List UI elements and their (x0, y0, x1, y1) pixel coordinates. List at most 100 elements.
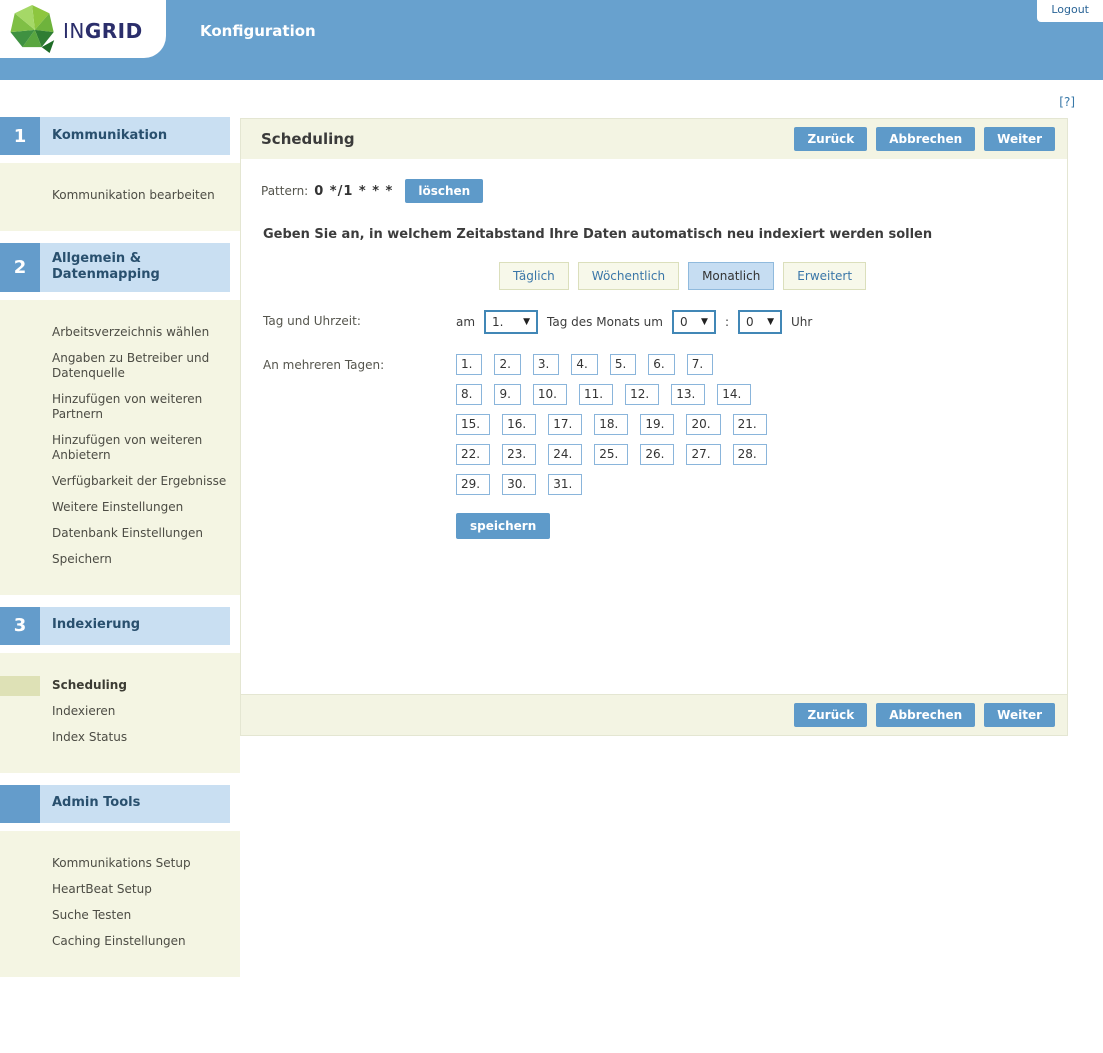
days-row: 29. 30. 31. (456, 474, 1047, 495)
day-time-row: Tag und Uhrzeit: am 1. ▼ Tag des Monats … (261, 310, 1047, 334)
section-header-kommunikation[interactable]: 1Kommunikation (0, 117, 230, 155)
day-checkbox-20[interactable]: 20. (686, 414, 720, 435)
chevron-down-icon: ▼ (701, 317, 708, 327)
sidebar-item-caching-einstellungen[interactable]: Caching Einstellungen (0, 929, 240, 955)
brand-wordmark: INGRID (63, 19, 143, 43)
active-item-marker (0, 676, 40, 696)
day-checkbox-30[interactable]: 30. (502, 474, 536, 495)
tab-monatlich[interactable]: Monatlich (688, 262, 774, 290)
section-label: Kommunikation (40, 117, 230, 155)
day-checkbox-16[interactable]: 16. (502, 414, 536, 435)
weiter-button[interactable]: Weiter (984, 703, 1055, 727)
nav-buttons-bottom: Zurück Abbrechen Weiter (785, 703, 1055, 727)
day-checkbox-26[interactable]: 26. (640, 444, 674, 465)
sidebar-item-suche-testen[interactable]: Suche Testen (0, 903, 240, 929)
section-number: 2 (0, 243, 40, 292)
section-header-allgemein-datenmapping[interactable]: 2Allgemein & Datenmapping (0, 243, 230, 292)
day-of-month-select[interactable]: 1. ▼ (484, 310, 538, 334)
zur-ck-button[interactable]: Zurück (794, 703, 867, 727)
day-checkbox-15[interactable]: 15. (456, 414, 490, 435)
tab-t-glich[interactable]: Täglich (499, 262, 569, 290)
days-row: 1. 2. 3. 4. 5. 6. 7. (456, 354, 1047, 375)
pattern-delete-button[interactable]: löschen (405, 179, 483, 203)
day-checkbox-3[interactable]: 3. (533, 354, 559, 375)
day-checkbox-19[interactable]: 19. (640, 414, 674, 435)
save-row: speichern (456, 513, 1047, 573)
hour-select[interactable]: 0 ▼ (672, 310, 716, 334)
day-checkbox-28[interactable]: 28. (733, 444, 767, 465)
day-checkbox-29[interactable]: 29. (456, 474, 490, 495)
ingrid-gem-icon (9, 3, 57, 55)
sidebar-item-indexieren[interactable]: Indexieren (0, 699, 240, 725)
section-label: Admin Tools (40, 785, 230, 823)
save-button[interactable]: speichern (456, 513, 550, 539)
minute-select[interactable]: 0 ▼ (738, 310, 782, 334)
day-checkbox-9[interactable]: 9. (494, 384, 520, 405)
day-checkbox-12[interactable]: 12. (625, 384, 659, 405)
section-label: Indexierung (40, 607, 230, 645)
section-header-admin-tools[interactable]: Admin Tools (0, 785, 230, 823)
sidebar-item-heartbeat-setup[interactable]: HeartBeat Setup (0, 877, 240, 903)
pattern-label: Pattern: (261, 184, 308, 198)
chevron-down-icon: ▼ (523, 317, 530, 327)
sidebar-item-kommunikations-setup[interactable]: Kommunikations Setup (0, 851, 240, 877)
section-number (0, 785, 40, 823)
day-checkbox-22[interactable]: 22. (456, 444, 490, 465)
days-grid: 1. 2. 3. 4. 5. 6. 7. 8. 9. 10. 11. 12. 13. 14. 15. 16. 1… (456, 354, 1047, 495)
weiter-button[interactable]: Weiter (984, 127, 1055, 151)
zur-ck-button[interactable]: Zurück (794, 127, 867, 151)
section-items: SchedulingIndexierenIndex Status (0, 653, 240, 773)
sidebar-item-verf-gbarkeit-der-ergebnisse[interactable]: Verfügbarkeit der Ergebnisse (0, 469, 240, 495)
panel-header-bar: Scheduling ZurückAbbrechenWeiter (241, 119, 1067, 159)
panel-footer-bar: Zurück Abbrechen Weiter (241, 694, 1067, 735)
sidebar-item-hinzuf-gen-von-weiteren-partnern[interactable]: Hinzufügen von weiteren Partnern (0, 387, 240, 428)
days-row: 8. 9. 10. 11. 12. 13. 14. (456, 384, 1047, 405)
abbrechen-button[interactable]: Abbrechen (876, 703, 975, 727)
sidebar-item-speichern[interactable]: Speichern (0, 547, 240, 573)
day-checkbox-18[interactable]: 18. (594, 414, 628, 435)
sidebar-section-indexierung: 3Indexierung SchedulingIndexierenIndex St… (0, 607, 240, 773)
scheduling-instruction: Geben Sie an, in welchem Zeitabstand Ihr… (263, 227, 1047, 242)
day-checkbox-31[interactable]: 31. (548, 474, 582, 495)
day-checkbox-6[interactable]: 6. (648, 354, 674, 375)
logo[interactable]: INGRID (0, 0, 166, 58)
sidebar-item-angaben-zu-betreiber-und-datenquelle[interactable]: Angaben zu Betreiber und Datenquelle (0, 346, 240, 387)
sidebar-section-allgemein-datenmapping: 2Allgemein & Datenmapping Arbeitsverzeich… (0, 243, 240, 595)
panel-body: Pattern: 0 */1 * * * löschen Geben Sie a… (241, 159, 1067, 694)
day-checkbox-10[interactable]: 10. (533, 384, 567, 405)
days-row: 22. 23. 24. 25. 26. 27. 28. (456, 444, 1047, 465)
day-checkbox-25[interactable]: 25. (594, 444, 628, 465)
day-checkbox-4[interactable]: 4. (571, 354, 597, 375)
day-time-label: Tag und Uhrzeit: (263, 314, 361, 328)
multi-days-label: An mehreren Tagen: (263, 358, 384, 372)
help-link[interactable]: [?] (1059, 95, 1075, 109)
day-checkbox-14[interactable]: 14. (717, 384, 751, 405)
sidebar-item-scheduling[interactable]: Scheduling (0, 673, 240, 699)
day-checkbox-7[interactable]: 7. (687, 354, 713, 375)
abbrechen-button[interactable]: Abbrechen (876, 127, 975, 151)
section-label: Allgemein & Datenmapping (40, 243, 230, 292)
app-header: INGRID Konfiguration Logout (0, 0, 1103, 80)
section-header-indexierung[interactable]: 3Indexierung (0, 607, 230, 645)
day-checkbox-21[interactable]: 21. (733, 414, 767, 435)
day-checkbox-8[interactable]: 8. (456, 384, 482, 405)
day-checkbox-24[interactable]: 24. (548, 444, 582, 465)
sidebar-item-weitere-einstellungen[interactable]: Weitere Einstellungen (0, 495, 240, 521)
sidebar-item-index-status[interactable]: Index Status (0, 725, 240, 751)
day-checkbox-23[interactable]: 23. (502, 444, 536, 465)
day-checkbox-27[interactable]: 27. (686, 444, 720, 465)
sidebar-item-datenbank-einstellungen[interactable]: Datenbank Einstellungen (0, 521, 240, 547)
sidebar-item-hinzuf-gen-von-weiteren-anbietern[interactable]: Hinzufügen von weiteren Anbietern (0, 428, 240, 469)
day-checkbox-11[interactable]: 11. (579, 384, 613, 405)
day-checkbox-1[interactable]: 1. (456, 354, 482, 375)
day-checkbox-17[interactable]: 17. (548, 414, 582, 435)
sidebar-item-kommunikation-bearbeiten[interactable]: Kommunikation bearbeiten (0, 183, 240, 209)
main-panel: Scheduling ZurückAbbrechenWeiter Pattern… (240, 118, 1068, 736)
day-checkbox-13[interactable]: 13. (671, 384, 705, 405)
day-checkbox-2[interactable]: 2. (494, 354, 520, 375)
logout-button[interactable]: Logout (1037, 0, 1103, 22)
sidebar-item-arbeitsverzeichnis-w-hlen[interactable]: Arbeitsverzeichnis wählen (0, 320, 240, 346)
tab-erweitert[interactable]: Erweitert (783, 262, 866, 290)
tab-w-chentlich[interactable]: Wöchentlich (578, 262, 679, 290)
day-checkbox-5[interactable]: 5. (610, 354, 636, 375)
